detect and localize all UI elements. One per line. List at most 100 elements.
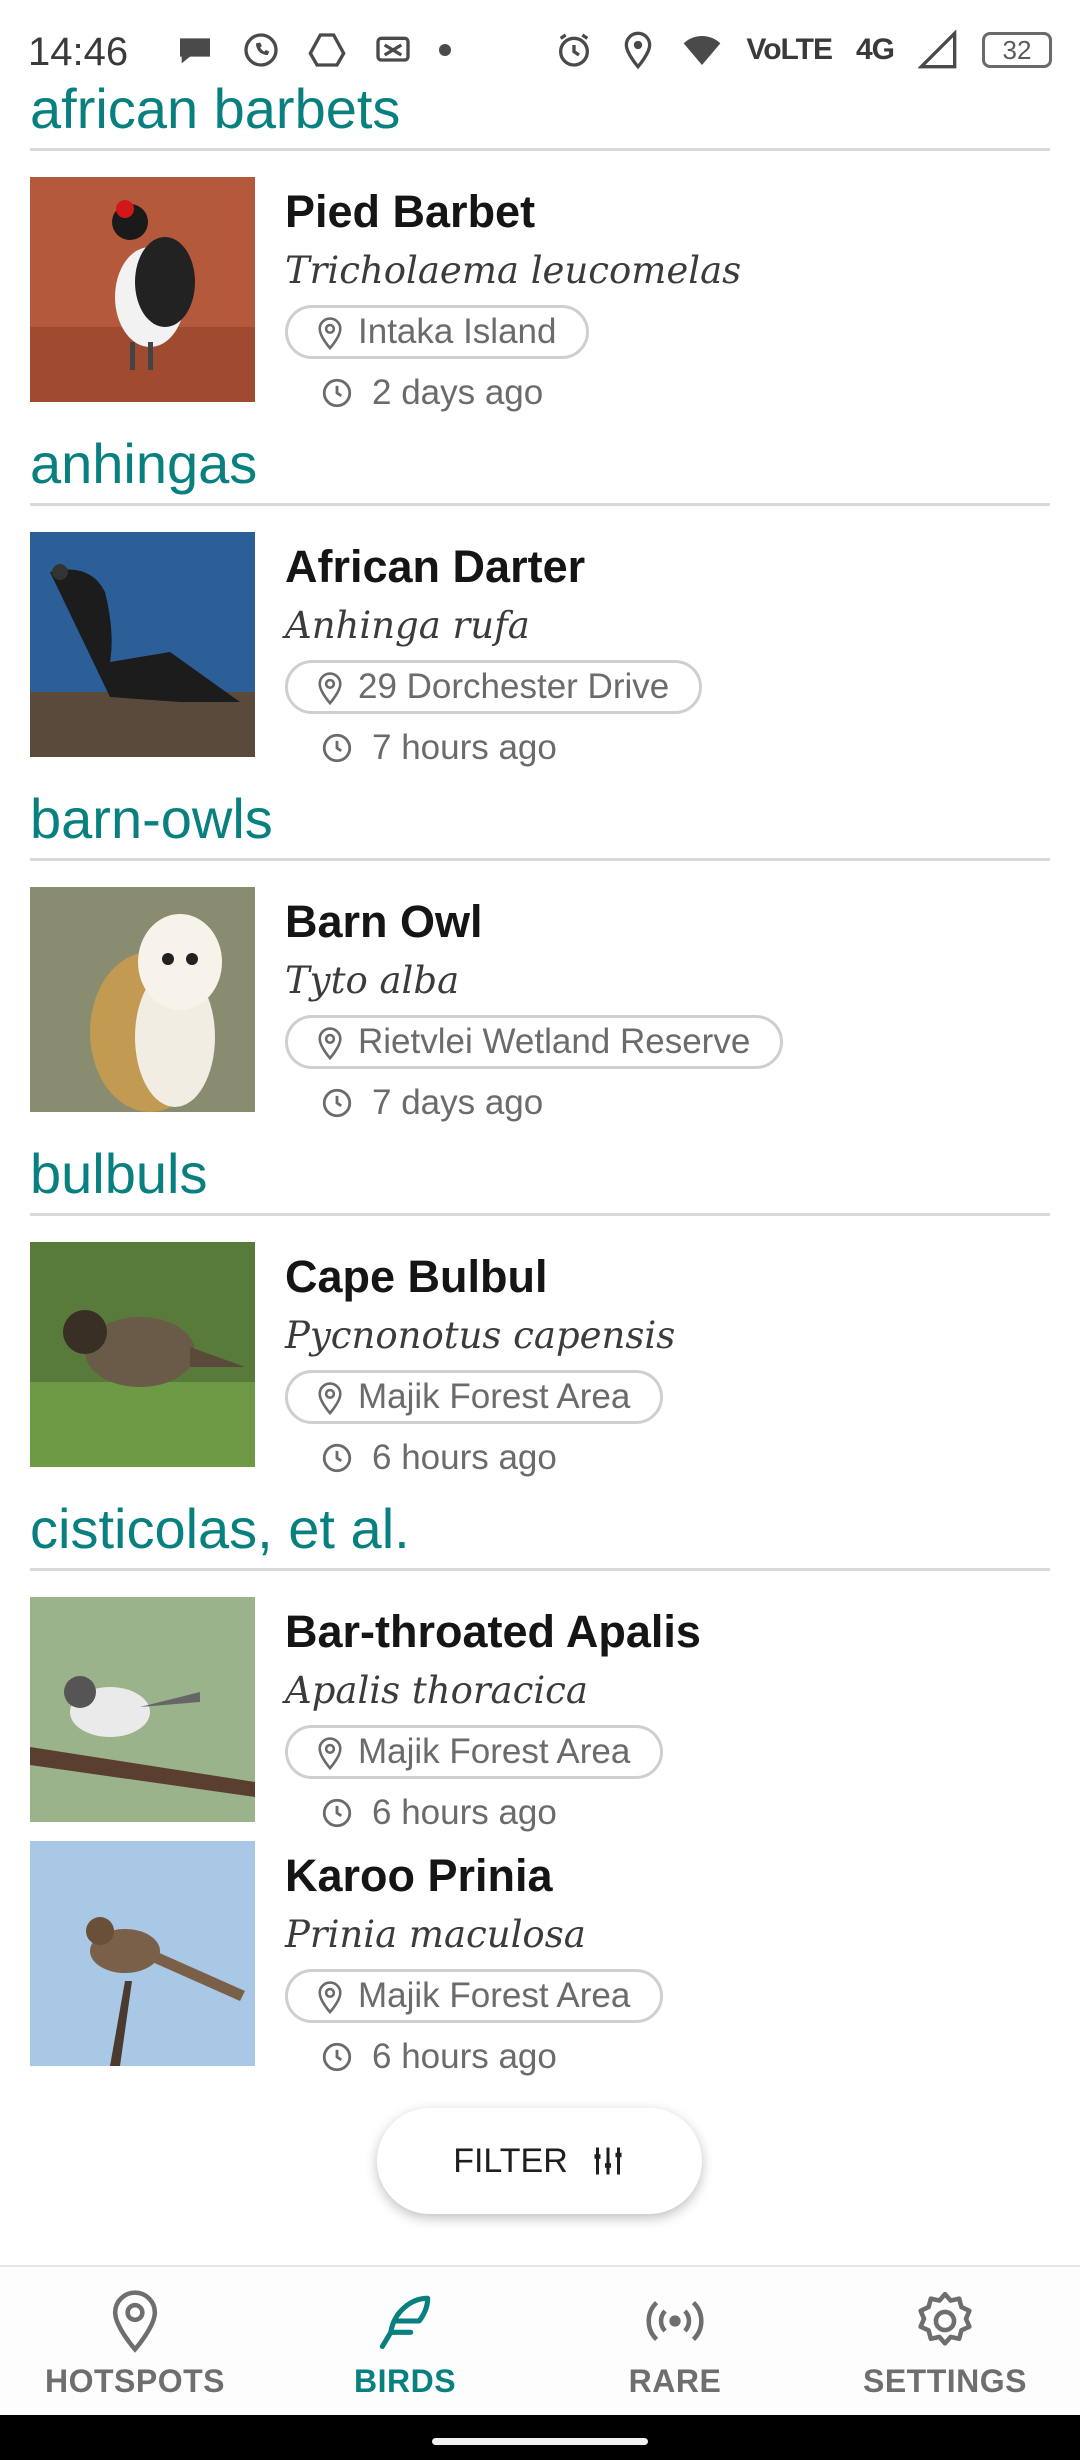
location-pin-icon — [318, 1382, 342, 1416]
nav-birds[interactable]: BIRDS — [270, 2267, 540, 2417]
nav-hotspots[interactable]: HOTSPOTS — [0, 2267, 270, 2417]
bird-entry[interactable]: African Darter Anhinga rufa 29 Dorcheste… — [30, 506, 1080, 767]
location-icon — [618, 30, 658, 70]
bird-common-name: Cape Bulbul — [285, 1251, 548, 1302]
home-gesture-handle[interactable] — [432, 2438, 648, 2445]
group-barn-owls: barn-owls Barn Owl Tyto alba Rietvlei We… — [0, 780, 1080, 1122]
location-chip[interactable]: Intaka Island — [285, 305, 590, 359]
bird-photo — [30, 1841, 255, 2066]
filter-label: FILTER — [453, 2141, 568, 2180]
location-label: Rietvlei Wetland Reserve — [358, 1022, 751, 1061]
bird-list[interactable]: african barbets Pied Barbet Tricholaema … — [0, 70, 1080, 2265]
bird-photo — [30, 1242, 255, 1467]
broadcast-icon — [646, 2300, 704, 2342]
network-type: 4G — [855, 33, 895, 66]
sighting-time: 2 days ago — [320, 373, 543, 413]
clock-icon — [322, 733, 352, 763]
bird-photo — [30, 177, 255, 402]
bird-common-name: African Darter — [285, 541, 586, 592]
location-pin-icon — [318, 1027, 342, 1061]
bird-photo — [30, 532, 255, 757]
drive-icon — [307, 30, 347, 70]
bird-entry[interactable]: Pied Barbet Tricholaema leucomelas Intak… — [30, 151, 1080, 412]
time-label: 7 hours ago — [372, 728, 557, 767]
bird-entry[interactable]: Bar-throated Apalis Apalis thoracica Maj… — [30, 1571, 1080, 1832]
group-title: barn-owls — [30, 787, 273, 850]
bird-common-name: Bar-throated Apalis — [285, 1606, 701, 1657]
group-cisticolas: cisticolas, et al. Bar-throated Apalis A… — [0, 1490, 1080, 2076]
bird-photo — [30, 887, 255, 1112]
bird-scientific-name: Apalis thoracica — [285, 1669, 588, 1712]
clock-icon — [322, 1443, 352, 1473]
location-label: Majik Forest Area — [358, 1976, 631, 2015]
time-label: 6 hours ago — [372, 1438, 557, 1477]
group-bulbuls: bulbuls Cape Bulbul Pycnonotus capensis … — [0, 1135, 1080, 1477]
system-icons: VoLTE 4G 32 — [554, 30, 1052, 70]
location-pin-icon — [318, 1737, 342, 1771]
location-chip[interactable]: Majik Forest Area — [285, 1969, 664, 2023]
time-label: 7 days ago — [372, 1083, 544, 1122]
screen-cast-icon — [373, 30, 413, 70]
location-chip[interactable]: 29 Dorchester Drive — [285, 660, 703, 714]
group-title: cisticolas, et al. — [30, 1497, 410, 1560]
location-chip[interactable]: Majik Forest Area — [285, 1370, 664, 1424]
sighting-time: 6 hours ago — [320, 2037, 557, 2077]
bird-scientific-name: Pycnonotus capensis — [285, 1314, 676, 1357]
nav-settings[interactable]: SETTINGS — [810, 2267, 1080, 2417]
filter-button[interactable]: FILTER — [377, 2108, 702, 2214]
sighting-time: 7 days ago — [320, 1083, 543, 1123]
volte-label: VoLTE — [746, 33, 833, 66]
group-african-barbets: african barbets Pied Barbet Tricholaema … — [0, 70, 1080, 412]
status-time: 14:46 — [28, 30, 129, 74]
bottom-navigation: HOTSPOTS BIRDS RARE SETTINGS — [0, 2265, 1080, 2417]
nav-label: BIRDS — [353, 2363, 457, 2399]
wifi-icon — [682, 30, 722, 70]
nav-rare[interactable]: RARE — [540, 2267, 810, 2417]
location-pin-icon — [112, 2290, 158, 2353]
bird-common-name: Pied Barbet — [285, 186, 536, 237]
location-label: Majik Forest Area — [358, 1377, 631, 1416]
bird-common-name: Karoo Prinia — [285, 1850, 553, 1901]
location-pin-icon — [318, 672, 342, 706]
chat-bubble-icon — [175, 30, 215, 70]
location-label: 29 Dorchester Drive — [358, 667, 670, 706]
group-title: african barbets — [30, 77, 401, 140]
feather-icon — [379, 2295, 431, 2350]
sighting-time: 6 hours ago — [320, 1438, 557, 1478]
bird-entry[interactable]: Cape Bulbul Pycnonotus capensis Majik Fo… — [30, 1216, 1080, 1477]
signal-icon — [918, 30, 958, 70]
bird-entry[interactable]: Barn Owl Tyto alba Rietvlei Wetland Rese… — [30, 861, 1080, 1122]
clock-icon — [322, 1088, 352, 1118]
location-label: Intaka Island — [358, 312, 557, 351]
sliders-icon — [594, 2147, 622, 2175]
alarm-icon — [554, 30, 594, 70]
gear-icon — [918, 2291, 972, 2346]
whatsapp-icon — [241, 30, 281, 70]
nav-label: HOTSPOTS — [44, 2363, 225, 2399]
bird-scientific-name: Tricholaema leucomelas — [285, 249, 742, 292]
group-anhingas: anhingas African Darter Anhinga rufa 29 … — [0, 425, 1080, 767]
nav-label: RARE — [628, 2363, 722, 2399]
clock-icon — [322, 2042, 352, 2072]
time-label: 6 hours ago — [372, 2037, 557, 2076]
more-notifications-dot — [439, 44, 451, 56]
nav-label: SETTINGS — [862, 2363, 1027, 2399]
group-title: bulbuls — [30, 1142, 208, 1205]
battery-indicator: 32 — [982, 32, 1052, 68]
sighting-time: 7 hours ago — [320, 728, 557, 768]
location-chip[interactable]: Rietvlei Wetland Reserve — [285, 1015, 784, 1069]
clock-icon — [322, 378, 352, 408]
location-chip[interactable]: Majik Forest Area — [285, 1725, 664, 1779]
bird-scientific-name: Anhinga rufa — [285, 604, 530, 647]
notification-icons — [175, 30, 451, 70]
location-pin-icon — [318, 1981, 342, 2015]
bird-common-name: Barn Owl — [285, 896, 483, 947]
time-label: 2 days ago — [372, 373, 544, 412]
bird-photo — [30, 1597, 255, 1822]
location-pin-icon — [318, 317, 342, 351]
group-title: anhingas — [30, 432, 258, 495]
location-label: Majik Forest Area — [358, 1732, 631, 1771]
bird-scientific-name: Tyto alba — [285, 959, 460, 1002]
bird-entry[interactable]: Karoo Prinia Prinia maculosa Majik Fores… — [30, 1815, 1080, 2076]
bird-scientific-name: Prinia maculosa — [285, 1913, 586, 1956]
